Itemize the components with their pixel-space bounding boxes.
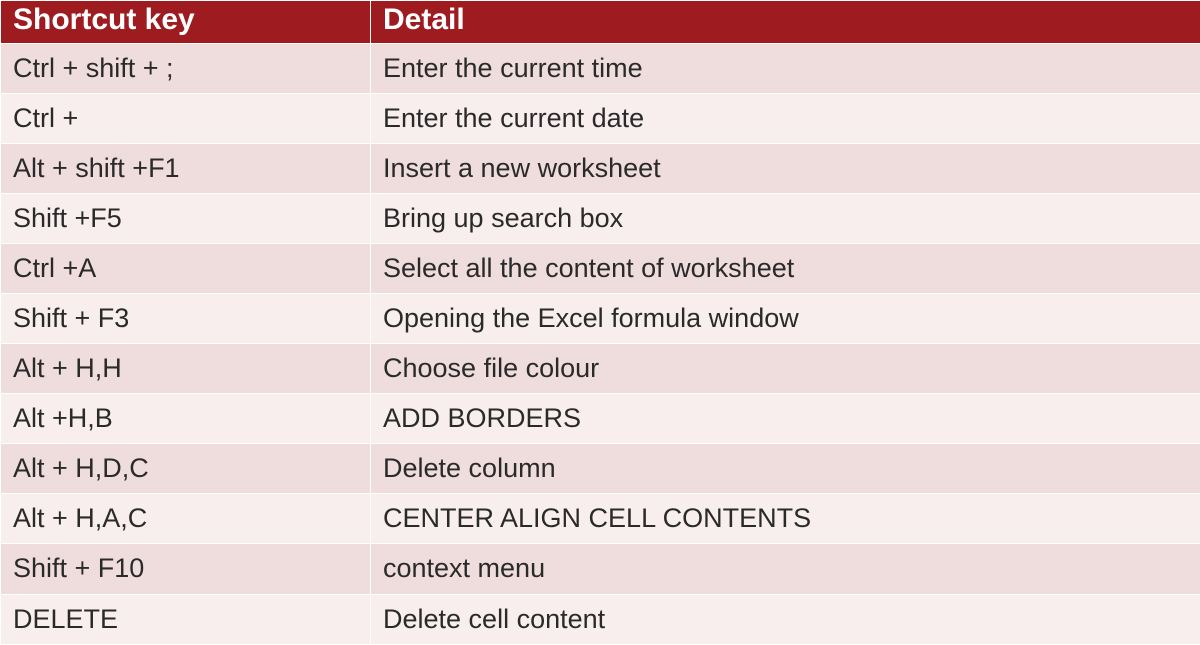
table-row: Shift + F3 Opening the Excel formula win…: [1, 294, 1200, 344]
cell-shortcut: Alt + H,H: [1, 344, 371, 394]
table-row: Alt +H,B ADD BORDERS: [1, 394, 1200, 444]
cell-detail: Delete cell content: [371, 594, 1200, 644]
cell-shortcut: Ctrl +A: [1, 244, 371, 294]
table-row: Shift +F5 Bring up search box: [1, 194, 1200, 244]
cell-detail: Insert a new worksheet: [371, 144, 1200, 194]
cell-detail: Delete column: [371, 444, 1200, 494]
table-body: Ctrl + shift + ; Enter the current time …: [1, 44, 1200, 645]
table-row: Alt + H,A,C CENTER ALIGN CELL CONTENTS: [1, 494, 1200, 544]
cell-shortcut: Alt +H,B: [1, 394, 371, 444]
cell-shortcut: Alt + H,D,C: [1, 444, 371, 494]
cell-detail: Opening the Excel formula window: [371, 294, 1200, 344]
cell-detail: context menu: [371, 544, 1200, 594]
header-shortcut: Shortcut key: [1, 1, 371, 44]
cell-shortcut: Alt + shift +F1: [1, 144, 371, 194]
cell-detail: Select all the content of worksheet: [371, 244, 1200, 294]
cell-shortcut: DELETE: [1, 594, 371, 644]
header-detail: Detail: [371, 1, 1200, 44]
table-header-row: Shortcut key Detail: [1, 1, 1200, 44]
table-row: Alt + shift +F1 Insert a new worksheet: [1, 144, 1200, 194]
cell-shortcut: Ctrl +: [1, 94, 371, 144]
cell-detail: ADD BORDERS: [371, 394, 1200, 444]
table-row: Ctrl + shift + ; Enter the current time: [1, 44, 1200, 94]
table-row: Alt + H,D,C Delete column: [1, 444, 1200, 494]
cell-shortcut: Ctrl + shift + ;: [1, 44, 371, 94]
table-row: Alt + H,H Choose file colour: [1, 344, 1200, 394]
shortcuts-table: Shortcut key Detail Ctrl + shift + ; Ent…: [0, 0, 1200, 645]
cell-detail: CENTER ALIGN CELL CONTENTS: [371, 494, 1200, 544]
cell-shortcut: Shift + F10: [1, 544, 371, 594]
table-row: Shift + F10 context menu: [1, 544, 1200, 594]
cell-shortcut: Shift +F5: [1, 194, 371, 244]
cell-detail: Enter the current time: [371, 44, 1200, 94]
table-row: Ctrl +A Select all the content of worksh…: [1, 244, 1200, 294]
cell-detail: Enter the current date: [371, 94, 1200, 144]
table-row: DELETE Delete cell content: [1, 594, 1200, 644]
table-row: Ctrl + Enter the current date: [1, 94, 1200, 144]
cell-shortcut: Shift + F3: [1, 294, 371, 344]
cell-detail: Bring up search box: [371, 194, 1200, 244]
cell-shortcut: Alt + H,A,C: [1, 494, 371, 544]
cell-detail: Choose file colour: [371, 344, 1200, 394]
